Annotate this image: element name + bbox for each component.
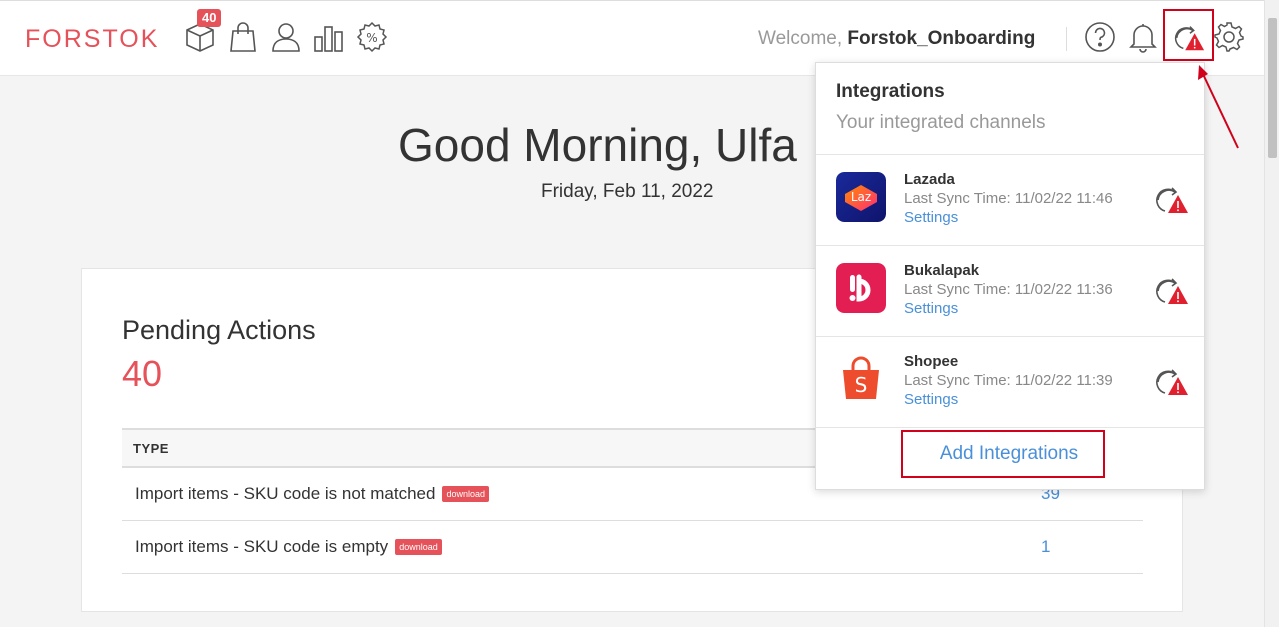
scrollbar-thumb[interactable] xyxy=(1268,18,1277,158)
integrations-title: Integrations xyxy=(836,81,945,102)
svg-text:%: % xyxy=(366,31,377,45)
row-label: Import items - SKU code is not matched xyxy=(135,484,436,503)
shopee-logo: S xyxy=(836,354,886,404)
column-type-header: TYPE xyxy=(133,441,169,456)
gear-icon[interactable] xyxy=(1212,19,1246,55)
pending-actions-title: Pending Actions xyxy=(122,315,316,345)
bar-chart-icon[interactable] xyxy=(312,19,346,55)
annotation-arrow xyxy=(1198,65,1239,149)
bell-icon[interactable] xyxy=(1126,19,1160,55)
integration-item-shopee[interactable]: S Shopee Last Sync Time: 11/02/22 11:39 … xyxy=(816,337,1204,427)
svg-text:Laz: Laz xyxy=(851,190,871,204)
sync-icon-annotation-box xyxy=(1163,9,1214,61)
username[interactable]: Forstok_Onboarding xyxy=(847,28,1035,49)
greeting-heading: Good Morning, Ulfa xyxy=(398,119,797,171)
integration-item-lazada[interactable]: Laz Lazada Last Sync Time: 11/02/22 11:4… xyxy=(816,155,1204,245)
settings-link[interactable]: Settings xyxy=(904,300,958,317)
sync-warning-icon[interactable] xyxy=(1153,183,1193,219)
svg-text:S: S xyxy=(855,373,868,397)
integrations-subtitle: Your integrated channels xyxy=(836,112,1046,133)
shopping-bag-icon[interactable] xyxy=(226,19,260,55)
integration-name: Lazada xyxy=(904,171,955,188)
download-tag[interactable]: download xyxy=(442,486,489,502)
divider xyxy=(816,427,1204,428)
table-row: Import items - SKU code is empty downloa… xyxy=(122,521,1143,574)
current-date: Friday, Feb 11, 2022 xyxy=(541,181,714,202)
sync-warning-icon[interactable] xyxy=(1153,365,1193,401)
bukalapak-logo xyxy=(836,263,886,313)
integrations-dropdown: Integrations Your integrated channels La… xyxy=(815,62,1205,490)
add-integrations-button[interactable]: Add Integrations xyxy=(903,432,1103,476)
download-tag[interactable]: download xyxy=(395,539,442,555)
row-label: Import items - SKU code is empty xyxy=(135,537,389,556)
settings-link[interactable]: Settings xyxy=(904,391,958,408)
forstok-logo[interactable]: FORSTOK xyxy=(25,25,159,54)
integration-name: Shopee xyxy=(904,353,959,370)
sync-warning-icon[interactable] xyxy=(1153,274,1193,310)
integration-name: Bukalapak xyxy=(904,262,980,279)
add-integrations-annotation-box: Add Integrations xyxy=(901,430,1105,478)
settings-link[interactable]: Settings xyxy=(904,209,958,226)
help-icon[interactable] xyxy=(1083,19,1117,55)
page-scrollbar[interactable] xyxy=(1264,0,1279,627)
last-sync-time: Last Sync Time: 11/02/22 11:39 xyxy=(904,372,1113,389)
integration-item-bukalapak[interactable]: Bukalapak Last Sync Time: 11/02/22 11:36… xyxy=(816,246,1204,336)
lazada-logo: Laz xyxy=(836,172,886,222)
nav-divider xyxy=(1066,27,1067,51)
last-sync-time: Last Sync Time: 11/02/22 11:46 xyxy=(904,190,1113,207)
welcome-text: Welcome, Forstok_Onboarding xyxy=(758,28,1036,49)
row-count-link[interactable]: 1 xyxy=(1041,537,1050,557)
pending-actions-count: 40 xyxy=(122,353,163,394)
pending-count-badge: 40 xyxy=(197,9,222,27)
user-icon[interactable] xyxy=(269,19,303,55)
last-sync-time: Last Sync Time: 11/02/22 11:36 xyxy=(904,281,1113,298)
promo-badge-icon[interactable]: % xyxy=(355,19,389,55)
